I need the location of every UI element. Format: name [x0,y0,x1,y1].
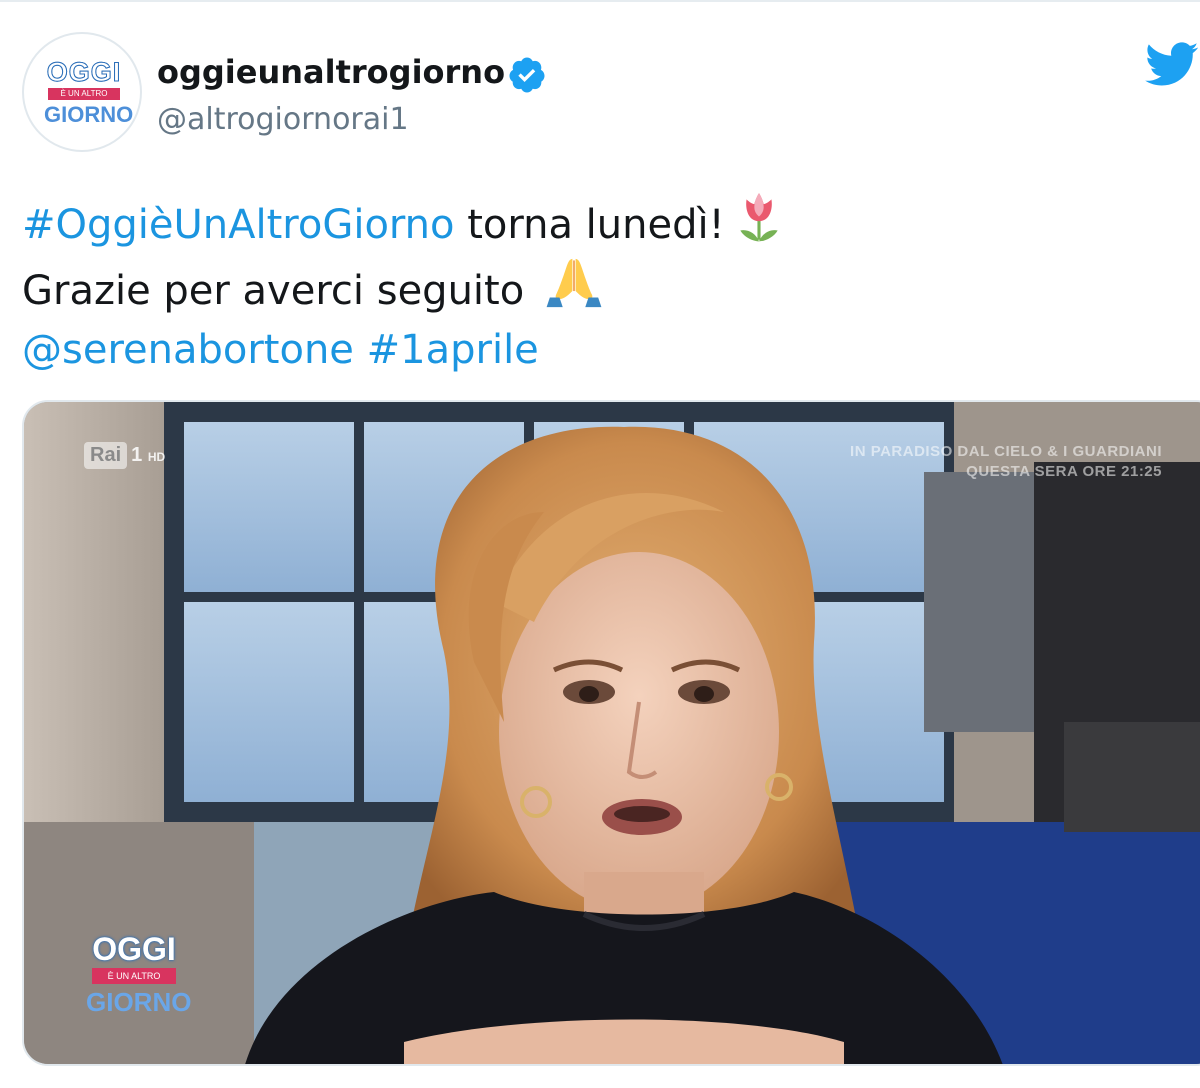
video-player[interactable]: Rai 1 HD IN PARADISO DAL CIELO & I GUARDI… [22,400,1200,1066]
watermark-band-text: È UN ALTRO [92,968,176,984]
video-frame [24,402,1200,1064]
rai-logo-box: Rai [84,442,128,469]
watermark-bottom-text: GIORNO [86,987,192,1017]
tweet-text: #OggièUnAltroGiorno torna lunedì! Grazie… [22,190,1182,382]
verified-badge-icon [509,57,545,93]
mention-link[interactable]: @serenabortone [22,327,354,373]
display-name[interactable]: oggieunaltrogiorno [157,52,505,92]
tweet-text-segment: Grazie per averci seguito [22,268,537,314]
channel-logo: Rai 1 HD [84,442,165,469]
promo-line-1: IN PARADISO DAL CIELO & I GUARDIANI [850,443,1162,460]
show-logo: OGGI È UN ALTRO GIORNO [44,58,134,130]
avatar[interactable]: OGGI È UN ALTRO GIORNO [22,32,142,152]
logo-bottom-text: GIORNO [44,102,134,127]
tweet-text-segment: torna lunedì! [454,202,725,248]
twitter-bird-icon[interactable] [1140,36,1200,92]
logo-band-text: È UN ALTRO [48,88,120,100]
tweet-card: OGGI È UN ALTRO GIORNO oggieunaltrogiorn… [0,0,1200,1088]
hashtag-link[interactable]: #OggièUnAltroGiorno [22,202,454,248]
folded-hands-icon [546,258,602,308]
hashtag-link[interactable]: #1aprile [367,327,539,373]
tweet-line-3: @serenabortone #1aprile [22,318,1182,382]
user-handle[interactable]: @altrogiornorai1 [157,100,409,140]
tulip-icon [739,193,778,242]
logo-top-text: OGGI [44,58,124,87]
rai-hd-label: HD [147,450,166,464]
show-watermark: OGGI È UN ALTRO GIORNO [86,931,192,1024]
promo-line-2: QUESTA SERA ORE 21:25 [966,463,1162,480]
tweet-line-2: Grazie per averci seguito [22,254,1182,318]
tweet-line-1: #OggièUnAltroGiorno torna lunedì! [22,190,1182,254]
watermark-top-text: OGGI [92,931,176,967]
tweet-text-segment [354,327,367,373]
promo-overlay: IN PARADISO DAL CIELO & I GUARDIANI QUES… [850,442,1162,482]
rai-channel-number: 1 [131,444,143,466]
